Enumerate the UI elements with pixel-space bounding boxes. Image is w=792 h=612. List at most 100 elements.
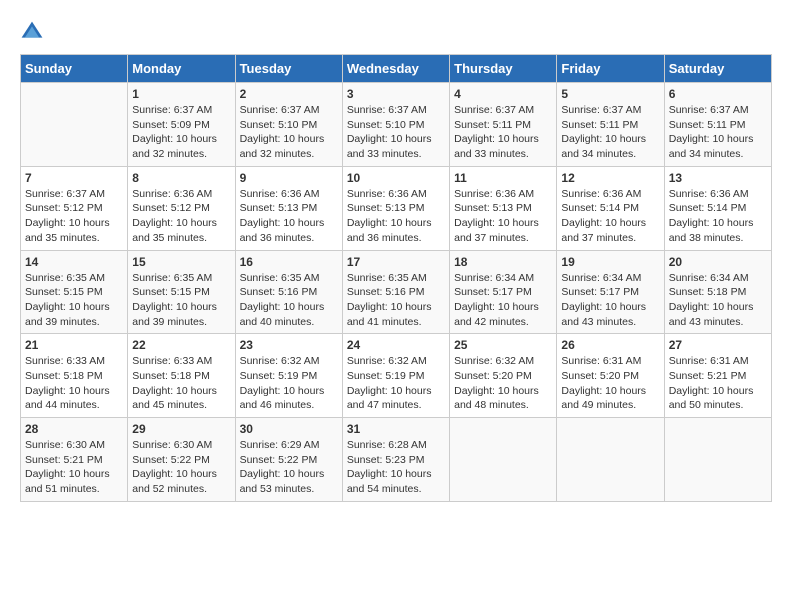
day-info: Sunrise: 6:35 AM Sunset: 5:15 PM Dayligh… — [25, 271, 123, 330]
day-cell: 9 Sunrise: 6:36 AM Sunset: 5:13 PM Daylig… — [235, 166, 342, 250]
day-info: Sunrise: 6:28 AM Sunset: 5:23 PM Dayligh… — [347, 438, 445, 497]
day-info: Sunrise: 6:36 AM Sunset: 5:14 PM Dayligh… — [669, 187, 767, 246]
day-number: 8 — [132, 171, 230, 185]
day-number: 13 — [669, 171, 767, 185]
day-cell: 8 Sunrise: 6:36 AM Sunset: 5:12 PM Daylig… — [128, 166, 235, 250]
week-row-4: 28 Sunrise: 6:30 AM Sunset: 5:21 PM Dayli… — [21, 418, 772, 502]
day-info: Sunrise: 6:32 AM Sunset: 5:19 PM Dayligh… — [347, 354, 445, 413]
day-cell: 28 Sunrise: 6:30 AM Sunset: 5:21 PM Dayli… — [21, 418, 128, 502]
logo — [20, 20, 48, 44]
header-row: SundayMondayTuesdayWednesdayThursdayFrid… — [21, 55, 772, 83]
day-number: 22 — [132, 338, 230, 352]
day-number: 17 — [347, 255, 445, 269]
header-cell-thursday: Thursday — [450, 55, 557, 83]
day-cell: 30 Sunrise: 6:29 AM Sunset: 5:22 PM Dayli… — [235, 418, 342, 502]
week-row-1: 7 Sunrise: 6:37 AM Sunset: 5:12 PM Daylig… — [21, 166, 772, 250]
day-info: Sunrise: 6:37 AM Sunset: 5:11 PM Dayligh… — [454, 103, 552, 162]
day-cell: 3Sunrise: 6:37 AM Sunset: 5:10 PM Daylig… — [342, 83, 449, 167]
day-number: 1 — [132, 87, 230, 101]
day-info: Sunrise: 6:34 AM Sunset: 5:18 PM Dayligh… — [669, 271, 767, 330]
day-cell: 25Sunrise: 6:32 AM Sunset: 5:20 PM Dayli… — [450, 334, 557, 418]
header-cell-friday: Friday — [557, 55, 664, 83]
day-info: Sunrise: 6:31 AM Sunset: 5:21 PM Dayligh… — [669, 354, 767, 413]
day-info: Sunrise: 6:32 AM Sunset: 5:20 PM Dayligh… — [454, 354, 552, 413]
day-cell: 12Sunrise: 6:36 AM Sunset: 5:14 PM Dayli… — [557, 166, 664, 250]
day-number: 18 — [454, 255, 552, 269]
day-number: 19 — [561, 255, 659, 269]
day-number: 26 — [561, 338, 659, 352]
day-number: 7 — [25, 171, 123, 185]
day-cell — [557, 418, 664, 502]
day-cell: 15 Sunrise: 6:35 AM Sunset: 5:15 PM Dayli… — [128, 250, 235, 334]
day-number: 21 — [25, 338, 123, 352]
day-cell: 18 Sunrise: 6:34 AM Sunset: 5:17 PM Dayli… — [450, 250, 557, 334]
day-number: 23 — [240, 338, 338, 352]
day-number: 15 — [132, 255, 230, 269]
day-number: 28 — [25, 422, 123, 436]
day-info: Sunrise: 6:37 AM Sunset: 5:10 PM Dayligh… — [240, 103, 338, 162]
day-info: Sunrise: 6:36 AM Sunset: 5:13 PM Dayligh… — [454, 187, 552, 246]
day-number: 20 — [669, 255, 767, 269]
day-number: 27 — [669, 338, 767, 352]
header-cell-monday: Monday — [128, 55, 235, 83]
day-cell: 29Sunrise: 6:30 AM Sunset: 5:22 PM Dayli… — [128, 418, 235, 502]
day-number: 30 — [240, 422, 338, 436]
header-cell-saturday: Saturday — [664, 55, 771, 83]
day-cell: 20 Sunrise: 6:34 AM Sunset: 5:18 PM Dayli… — [664, 250, 771, 334]
day-number: 10 — [347, 171, 445, 185]
day-info: Sunrise: 6:37 AM Sunset: 5:12 PM Dayligh… — [25, 187, 123, 246]
day-number: 2 — [240, 87, 338, 101]
header-cell-tuesday: Tuesday — [235, 55, 342, 83]
day-info: Sunrise: 6:36 AM Sunset: 5:12 PM Dayligh… — [132, 187, 230, 246]
day-info: Sunrise: 6:37 AM Sunset: 5:11 PM Dayligh… — [561, 103, 659, 162]
day-info: Sunrise: 6:36 AM Sunset: 5:13 PM Dayligh… — [240, 187, 338, 246]
day-cell: 27 Sunrise: 6:31 AM Sunset: 5:21 PM Dayli… — [664, 334, 771, 418]
day-info: Sunrise: 6:30 AM Sunset: 5:22 PM Dayligh… — [132, 438, 230, 497]
day-number: 9 — [240, 171, 338, 185]
day-info: Sunrise: 6:37 AM Sunset: 5:09 PM Dayligh… — [132, 103, 230, 162]
day-info: Sunrise: 6:36 AM Sunset: 5:14 PM Dayligh… — [561, 187, 659, 246]
day-cell: 5Sunrise: 6:37 AM Sunset: 5:11 PM Daylig… — [557, 83, 664, 167]
day-info: Sunrise: 6:33 AM Sunset: 5:18 PM Dayligh… — [25, 354, 123, 413]
day-info: Sunrise: 6:29 AM Sunset: 5:22 PM Dayligh… — [240, 438, 338, 497]
day-number: 6 — [669, 87, 767, 101]
day-info: Sunrise: 6:36 AM Sunset: 5:13 PM Dayligh… — [347, 187, 445, 246]
page-container: SundayMondayTuesdayWednesdayThursdayFrid… — [20, 20, 772, 502]
day-number: 4 — [454, 87, 552, 101]
day-info: Sunrise: 6:35 AM Sunset: 5:16 PM Dayligh… — [347, 271, 445, 330]
day-cell: 17 Sunrise: 6:35 AM Sunset: 5:16 PM Dayli… — [342, 250, 449, 334]
day-number: 31 — [347, 422, 445, 436]
day-info: Sunrise: 6:31 AM Sunset: 5:20 PM Dayligh… — [561, 354, 659, 413]
week-row-2: 14 Sunrise: 6:35 AM Sunset: 5:15 PM Dayli… — [21, 250, 772, 334]
day-cell: 7 Sunrise: 6:37 AM Sunset: 5:12 PM Daylig… — [21, 166, 128, 250]
day-cell: 11 Sunrise: 6:36 AM Sunset: 5:13 PM Dayli… — [450, 166, 557, 250]
day-cell: 22 Sunrise: 6:33 AM Sunset: 5:18 PM Dayli… — [128, 334, 235, 418]
day-cell: 26 Sunrise: 6:31 AM Sunset: 5:20 PM Dayli… — [557, 334, 664, 418]
day-info: Sunrise: 6:34 AM Sunset: 5:17 PM Dayligh… — [454, 271, 552, 330]
day-number: 11 — [454, 171, 552, 185]
header-cell-wednesday: Wednesday — [342, 55, 449, 83]
day-cell: 1 Sunrise: 6:37 AM Sunset: 5:09 PM Daylig… — [128, 83, 235, 167]
day-cell: 24Sunrise: 6:32 AM Sunset: 5:19 PM Dayli… — [342, 334, 449, 418]
day-info: Sunrise: 6:35 AM Sunset: 5:15 PM Dayligh… — [132, 271, 230, 330]
day-info: Sunrise: 6:37 AM Sunset: 5:10 PM Dayligh… — [347, 103, 445, 162]
week-row-3: 21 Sunrise: 6:33 AM Sunset: 5:18 PM Dayli… — [21, 334, 772, 418]
day-number: 14 — [25, 255, 123, 269]
day-info: Sunrise: 6:35 AM Sunset: 5:16 PM Dayligh… — [240, 271, 338, 330]
day-cell: 6 Sunrise: 6:37 AM Sunset: 5:11 PM Daylig… — [664, 83, 771, 167]
day-cell — [21, 83, 128, 167]
day-info: Sunrise: 6:30 AM Sunset: 5:21 PM Dayligh… — [25, 438, 123, 497]
day-cell — [450, 418, 557, 502]
day-cell: 16 Sunrise: 6:35 AM Sunset: 5:16 PM Dayli… — [235, 250, 342, 334]
day-number: 16 — [240, 255, 338, 269]
day-cell: 31 Sunrise: 6:28 AM Sunset: 5:23 PM Dayli… — [342, 418, 449, 502]
header-cell-sunday: Sunday — [21, 55, 128, 83]
day-info: Sunrise: 6:32 AM Sunset: 5:19 PM Dayligh… — [240, 354, 338, 413]
day-cell: 23 Sunrise: 6:32 AM Sunset: 5:19 PM Dayli… — [235, 334, 342, 418]
week-row-0: 1 Sunrise: 6:37 AM Sunset: 5:09 PM Daylig… — [21, 83, 772, 167]
day-info: Sunrise: 6:33 AM Sunset: 5:18 PM Dayligh… — [132, 354, 230, 413]
day-cell: 19Sunrise: 6:34 AM Sunset: 5:17 PM Dayli… — [557, 250, 664, 334]
day-cell: 4 Sunrise: 6:37 AM Sunset: 5:11 PM Daylig… — [450, 83, 557, 167]
day-info: Sunrise: 6:37 AM Sunset: 5:11 PM Dayligh… — [669, 103, 767, 162]
day-cell: 13 Sunrise: 6:36 AM Sunset: 5:14 PM Dayli… — [664, 166, 771, 250]
